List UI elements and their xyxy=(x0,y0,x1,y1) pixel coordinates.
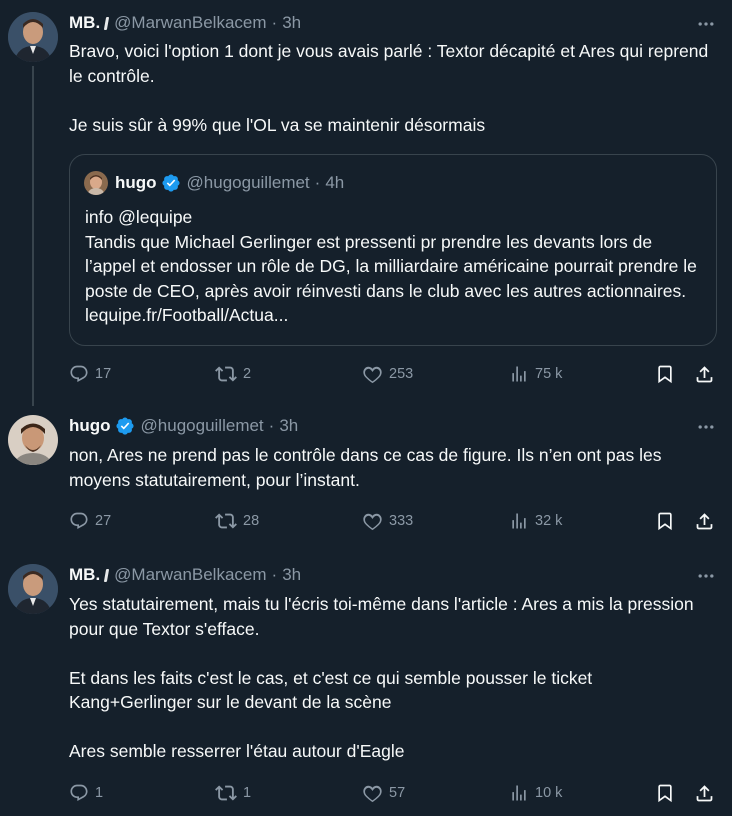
author-handle[interactable]: @hugoguillemet xyxy=(141,416,264,436)
share-icon xyxy=(696,784,713,801)
verified-icon xyxy=(161,173,181,193)
views-button[interactable]: 32 k xyxy=(509,506,562,536)
reply-count: 17 xyxy=(95,366,112,382)
tweet-text: Bravo, voici l'option 1 dont je vous ava… xyxy=(69,41,709,135)
tweet-text: Yes statutairement, mais tu l'écris toi-… xyxy=(69,594,694,761)
retweet-count: 1 xyxy=(243,785,252,801)
more-icon[interactable] xyxy=(694,564,718,588)
like-icon xyxy=(363,366,382,383)
views-icon xyxy=(512,366,526,382)
reply-count: 1 xyxy=(95,785,104,801)
avatar[interactable] xyxy=(8,415,58,465)
retweet-button[interactable]: 1 xyxy=(215,778,251,808)
tweet[interactable]: MB. @MarwanBelkacem · 3h Bravo, voici l'… xyxy=(0,0,732,406)
author-handle[interactable]: @MarwanBelkacem xyxy=(114,13,266,33)
like-count: 333 xyxy=(389,513,414,529)
avatar[interactable] xyxy=(8,564,58,614)
reply-button[interactable]: 27 xyxy=(69,506,111,536)
reply-icon xyxy=(70,512,88,530)
timestamp[interactable]: 3h xyxy=(282,13,301,33)
reply-icon xyxy=(70,365,88,383)
bookmark-icon xyxy=(658,512,672,531)
reply-button[interactable]: 17 xyxy=(69,359,111,389)
avatar[interactable] xyxy=(84,171,108,195)
separator: · xyxy=(314,173,321,192)
retweet-button[interactable]: 2 xyxy=(215,359,251,389)
bookmark-button[interactable] xyxy=(655,778,675,808)
author-name[interactable]: hugo xyxy=(69,416,111,436)
like-button[interactable]: 57 xyxy=(362,778,405,808)
timestamp[interactable]: 3h xyxy=(282,565,301,585)
author-name[interactable]: hugo xyxy=(115,173,157,193)
retweet-count: 2 xyxy=(243,366,252,382)
separator: · xyxy=(268,416,275,435)
share-button[interactable] xyxy=(694,506,715,536)
views-count: 32 k xyxy=(535,513,563,529)
avatar-photo xyxy=(84,171,108,195)
avatar-photo xyxy=(8,415,58,465)
like-button[interactable]: 333 xyxy=(362,506,413,536)
timestamp[interactable]: 3h xyxy=(279,416,298,436)
share-button[interactable] xyxy=(694,778,715,808)
verified-icon xyxy=(115,416,135,436)
more-icon[interactable] xyxy=(694,12,718,36)
badge-icon xyxy=(104,16,110,30)
share-icon xyxy=(696,365,713,382)
retweet-count: 28 xyxy=(243,513,260,529)
tweet-text: non, Ares ne prend pas le contrôle dans … xyxy=(69,445,667,490)
reply-button[interactable]: 1 xyxy=(69,778,103,808)
timestamp[interactable]: 4h xyxy=(325,173,344,193)
bookmark-icon xyxy=(658,365,672,384)
author-handle[interactable]: @hugoguillemet xyxy=(187,173,310,193)
avatar[interactable] xyxy=(8,12,58,62)
tweet[interactable]: MB. @MarwanBelkacem · 3h Yes statutairem… xyxy=(0,552,732,816)
views-count: 10 k xyxy=(535,785,563,801)
like-count: 253 xyxy=(389,366,414,382)
reply-icon xyxy=(70,784,88,802)
avatar-photo xyxy=(8,12,58,62)
author-name[interactable]: MB. xyxy=(69,13,100,33)
views-button[interactable]: 75 k xyxy=(509,359,562,389)
author-handle[interactable]: @MarwanBelkacem xyxy=(114,565,266,585)
views-icon xyxy=(512,785,526,801)
quote-header: hugo @hugoguillemet · 4h xyxy=(84,171,344,195)
tweet-header: hugo @hugoguillemet · 3h xyxy=(69,415,298,437)
retweet-button[interactable]: 28 xyxy=(215,506,259,536)
avatar-photo xyxy=(8,564,58,614)
views-button[interactable]: 10 k xyxy=(509,778,562,808)
views-icon xyxy=(512,513,526,529)
quoted-tweet[interactable]: hugo @hugoguillemet · 4h info @lequipe T… xyxy=(69,154,717,346)
badge-icon xyxy=(104,568,110,582)
author-name[interactable]: MB. xyxy=(69,565,100,585)
separator: · xyxy=(271,13,278,32)
retweet-icon xyxy=(215,785,237,801)
like-count: 57 xyxy=(389,785,406,801)
bookmark-button[interactable] xyxy=(655,506,675,536)
retweet-icon xyxy=(215,366,237,382)
bookmark-button[interactable] xyxy=(655,359,675,389)
views-count: 75 k xyxy=(535,366,563,382)
tweet-header: MB. @MarwanBelkacem · 3h xyxy=(69,564,301,586)
share-button[interactable] xyxy=(694,359,715,389)
like-icon xyxy=(363,785,382,802)
tweet-header: MB. @MarwanBelkacem · 3h xyxy=(69,12,301,34)
like-button[interactable]: 253 xyxy=(362,359,413,389)
share-icon xyxy=(696,512,713,529)
retweet-icon xyxy=(215,513,237,529)
like-icon xyxy=(363,513,382,530)
more-icon[interactable] xyxy=(694,415,718,439)
action-bar: 1 1 57 10 k xyxy=(69,778,719,808)
thread-line xyxy=(32,66,34,406)
reply-count: 27 xyxy=(95,513,112,529)
action-bar: 17 2 253 75 k xyxy=(69,359,719,389)
tweet[interactable]: hugo @hugoguillemet · 3h non, Ares ne pr… xyxy=(0,403,732,550)
quote-text: info @lequipe Tandis que Michael Gerling… xyxy=(85,207,697,325)
separator: · xyxy=(271,565,278,584)
bookmark-icon xyxy=(658,784,672,803)
action-bar: 27 28 333 32 k xyxy=(69,506,719,536)
